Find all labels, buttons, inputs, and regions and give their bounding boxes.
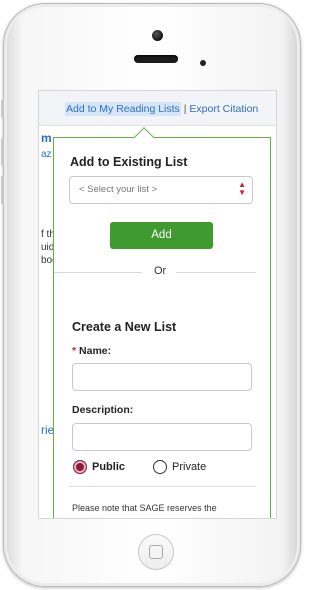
reading-list-popup: Add to Existing List < Select your list … <box>53 127 271 518</box>
popup-pointer <box>134 127 154 147</box>
name-label-text: Name: <box>79 345 112 357</box>
list-select[interactable]: < Select your list > ▲ ▼ <box>69 176 253 204</box>
or-divider-left <box>54 272 142 273</box>
name-input[interactable] <box>72 363 252 391</box>
or-label: Or <box>154 265 167 277</box>
volume-up-button <box>1 138 4 166</box>
add-button[interactable]: Add <box>110 222 213 249</box>
volume-down-button <box>1 176 4 204</box>
article-toolbar: Add to My Reading Lists | Export Citatio… <box>39 91 276 126</box>
description-label: Description: <box>72 404 134 416</box>
name-label: * Name: <box>72 345 111 357</box>
mute-switch <box>1 100 4 118</box>
private-label[interactable]: Private <box>172 461 206 473</box>
required-marker: * <box>72 345 77 357</box>
existing-list-heading: Add to Existing List <box>70 155 188 169</box>
home-square-icon <box>149 545 163 559</box>
export-citation-link[interactable]: Export Citation <box>189 103 258 115</box>
private-radio[interactable] <box>153 460 167 474</box>
background-text-fragment: az <box>41 149 52 160</box>
home-button[interactable] <box>138 534 174 570</box>
front-camera-icon <box>200 60 206 66</box>
phone-frame: Add to My Reading Lists | Export Citatio… <box>1 3 301 587</box>
public-radio[interactable] <box>73 460 87 474</box>
add-to-reading-lists-link[interactable]: Add to My Reading Lists <box>65 102 181 116</box>
new-list-heading: Create a New List <box>72 320 177 334</box>
background-text-fragment: m <box>41 131 52 145</box>
description-input[interactable] <box>72 423 252 451</box>
list-select-value: < Select your list > <box>79 184 158 195</box>
screen: Add to My Reading Lists | Export Citatio… <box>38 90 277 519</box>
popup-divider <box>68 486 256 487</box>
earpiece-speaker <box>134 55 178 63</box>
select-arrows-icon: ▲ ▼ <box>238 180 246 197</box>
or-divider-right <box>176 272 256 273</box>
link-separator: | <box>183 103 187 115</box>
toolbar-links: Add to My Reading Lists | Export Citatio… <box>65 102 258 116</box>
public-label[interactable]: Public <box>92 461 125 473</box>
front-sensor-dot <box>152 30 163 41</box>
terms-note: Please note that SAGE reserves the <box>72 503 217 513</box>
